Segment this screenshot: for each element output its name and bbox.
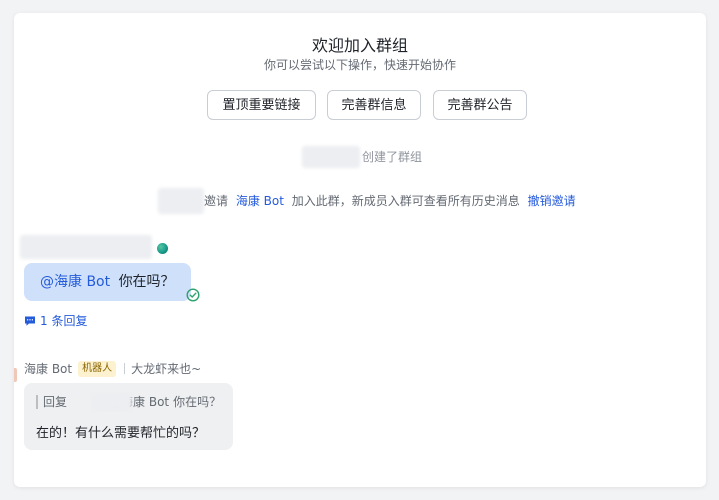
quote-text: 你在吗？: [173, 395, 222, 409]
redacted-sender-name: [20, 235, 152, 259]
welcome-title: 欢迎加入群组: [311, 36, 408, 55]
complete-group-info-button[interactable]: 完善群信息: [327, 90, 421, 120]
bot-message-text: 在的！有什么需要帮忙的吗？: [36, 426, 206, 441]
invite-prefix: 邀请: [204, 194, 229, 208]
reply-thread-icon: [25, 316, 35, 326]
welcome-subtitle: 你可以尝试以下操作，快速开始协作: [263, 58, 456, 72]
avatar-edge: [14, 368, 17, 382]
redacted-quote-name: [92, 393, 132, 411]
invite-suffix: 加入此群，新成员入群可查看所有历史消息: [291, 194, 520, 208]
my-message-bubble[interactable]: @海康 Bot 你在吗？: [24, 263, 191, 301]
mention-bot[interactable]: @海康 Bot: [40, 274, 110, 290]
system-invite-message: 邀请 海康 Bot 加入此群，新成员入群可查看所有历史消息 撤销邀请: [204, 192, 576, 209]
my-message-text: 你在吗？: [118, 274, 175, 290]
revoke-invite-link[interactable]: 撤销邀请: [528, 194, 576, 208]
pin-link-button[interactable]: 置顶重要链接: [207, 90, 316, 120]
invited-bot-link[interactable]: 海康 Bot: [236, 194, 284, 208]
globe-icon: [157, 243, 168, 254]
redacted-name: [302, 146, 360, 168]
check-circle-icon: [186, 288, 200, 302]
reply-count-label: 1 条回复: [40, 314, 88, 328]
bot-sender-name[interactable]: 海康 Bot: [24, 360, 72, 377]
bot-badge: 机器人: [78, 360, 117, 377]
redacted-inviter: [158, 188, 204, 214]
divider: [124, 363, 126, 374]
chat-panel: 欢迎加入群组 你可以尝试以下操作，快速开始协作 置顶重要链接 完善群信息 完善群…: [14, 13, 706, 487]
bot-signature: 大龙虾来也~: [131, 362, 202, 376]
complete-group-notice-button[interactable]: 完善群公告: [433, 90, 527, 120]
reply-count-link[interactable]: 1 条回复: [24, 312, 87, 329]
created-group-text: 创建了群组: [362, 150, 423, 164]
quote-label: 回复: [43, 395, 68, 409]
bot-message-header: 海康 Bot 机器人 大龙虾来也~: [24, 360, 201, 377]
system-created-group: 创建了群组: [362, 148, 422, 165]
